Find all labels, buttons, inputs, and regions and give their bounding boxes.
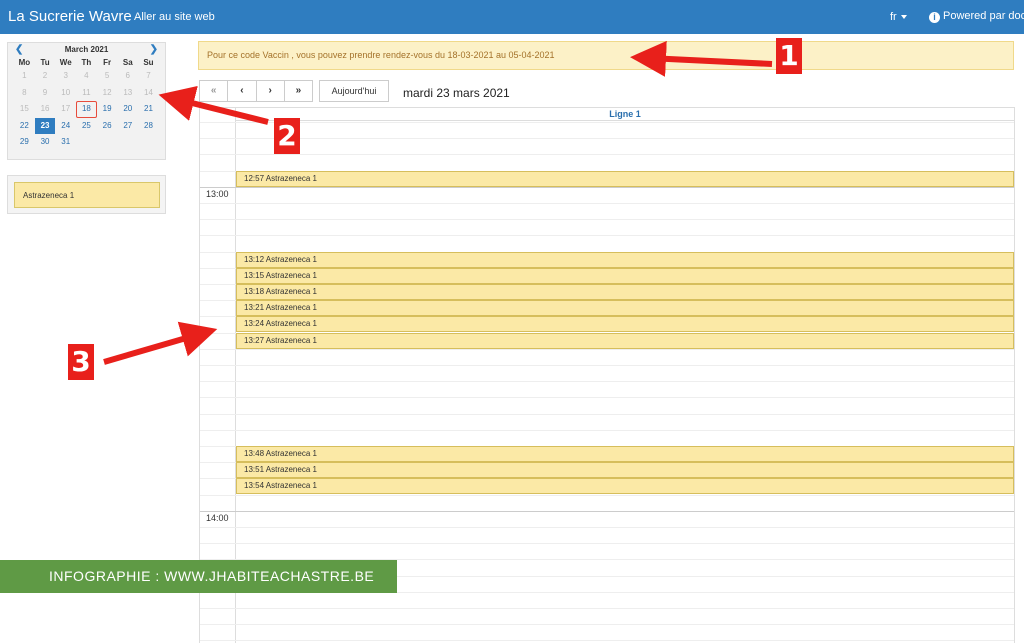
infographic-banner: INFOGRAPHIE : WWW.JHABITEACHASTRE.BE xyxy=(0,560,397,593)
arrow-2 xyxy=(158,85,269,125)
annotation-number-2: 2 xyxy=(274,118,300,154)
arrow-1 xyxy=(630,40,773,77)
annotation-arrows xyxy=(103,40,773,365)
annotation-number-3: 3 xyxy=(68,344,94,380)
arrow-3 xyxy=(103,321,218,365)
annotation-number-1: 1 xyxy=(776,38,802,74)
